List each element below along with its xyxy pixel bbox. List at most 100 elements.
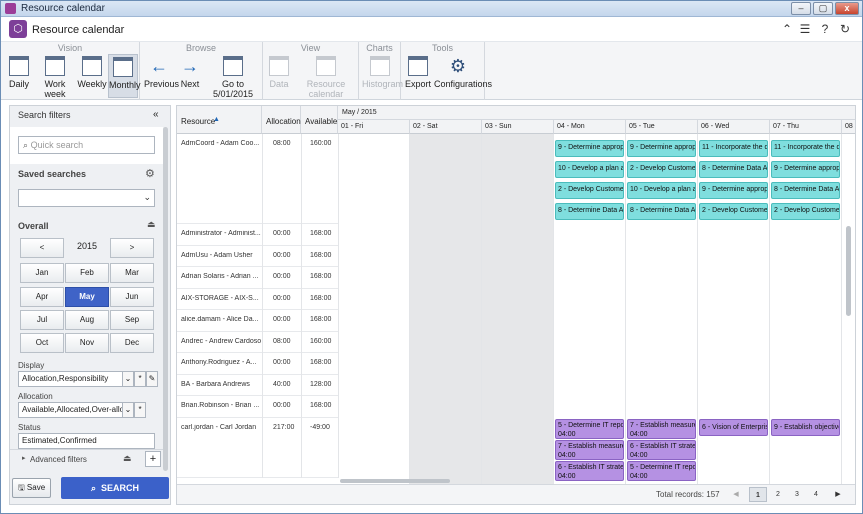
calendar-event[interactable]: 10 - Develop a plan an	[627, 182, 696, 199]
month-feb[interactable]: Feb	[65, 263, 109, 283]
calendar-event[interactable]: 11 - Incorporate the de	[771, 140, 840, 157]
save-button[interactable]: 🖫 Save	[12, 478, 51, 498]
year-next-button[interactable]: >	[110, 238, 154, 258]
page-prev-button[interactable]: ◀	[727, 487, 745, 502]
collapse-ribbon-icon[interactable]: ⌃	[780, 22, 794, 36]
month-nov[interactable]: Nov	[65, 333, 109, 353]
clear-filter-icon[interactable]: ⏏	[147, 219, 156, 230]
chevron-down-icon[interactable]: ⌄	[122, 402, 134, 418]
filters-scrollbar[interactable]	[163, 127, 168, 471]
month-sep[interactable]: Sep	[110, 310, 154, 330]
column-header-allocation[interactable]: Allocation	[262, 106, 301, 134]
display-select[interactable]: Allocation,Responsibility	[18, 371, 132, 387]
app-header: ⬡ Resource calendar ⌃ ☰ ? ↻	[1, 17, 862, 42]
table-row[interactable]	[177, 134, 338, 224]
maximize-button[interactable]: ▢	[813, 2, 833, 15]
calendar-event[interactable]: 8 - Determine Data An	[555, 203, 624, 220]
page-next-button[interactable]: ▶	[829, 487, 847, 502]
month-mar[interactable]: Mar	[110, 263, 154, 283]
year-prev-button[interactable]: <	[20, 238, 64, 258]
data-button[interactable]: Data	[267, 54, 291, 98]
quick-search-input[interactable]: ⌕ Quick search	[18, 136, 155, 154]
grid-vertical-scrollbar[interactable]	[846, 226, 851, 316]
button-label: Data	[269, 79, 289, 89]
collapse-panel-icon[interactable]: «	[153, 109, 159, 120]
export-button[interactable]: Export	[404, 54, 432, 98]
close-button[interactable]: x	[835, 2, 859, 15]
month-jan[interactable]: Jan	[20, 263, 64, 283]
month-jul[interactable]: Jul	[20, 310, 64, 330]
status-value: Estimated,Confirmed	[22, 436, 97, 445]
histogram-button[interactable]: Histogram	[362, 54, 403, 98]
calendar-event[interactable]: 6 - Vision of Enterprise	[699, 419, 768, 436]
calendar-event[interactable]: 2 - Develop Customer	[627, 161, 696, 178]
calendar-event[interactable]: 9 - Determine appropri	[699, 182, 768, 199]
allocation-select[interactable]: Available,Allocated,Over-allo	[18, 402, 132, 418]
asterisk-icon[interactable]: *	[134, 371, 146, 387]
app-logo-icon: ⬡	[9, 20, 27, 38]
month-aug[interactable]: Aug	[65, 310, 109, 330]
page-1-button[interactable]: 1	[749, 487, 767, 502]
calendar-event[interactable]: 2 - Develop Customer	[699, 203, 768, 220]
calendar-event[interactable]: 9 - Determine appropri	[555, 140, 624, 157]
minimize-button[interactable]: –	[791, 2, 811, 15]
calendar-event[interactable]: 6 - Establish IT strateg 04:00	[555, 461, 624, 481]
calendar-event[interactable]: 8 - Determine Data An	[627, 203, 696, 220]
calendar-event[interactable]: 8 - Determine Data An	[699, 161, 768, 178]
help-icon[interactable]: ?	[818, 22, 832, 36]
add-filter-button[interactable]: +	[145, 451, 161, 467]
month-dec[interactable]: Dec	[110, 333, 154, 353]
next-button[interactable]: → Next	[178, 54, 202, 98]
settings-gear-icon[interactable]: ⚙	[145, 167, 155, 180]
calendar-event[interactable]: 5 - Determine IT repor 04:00	[555, 419, 624, 439]
status-select[interactable]: Estimated,Confirmed	[18, 433, 155, 449]
column-header-available[interactable]: Available	[301, 106, 338, 134]
calendar-event[interactable]: 7 - Establish measurer 04:00	[555, 440, 624, 460]
calendar-event[interactable]: 9 - Establish objectives	[771, 419, 840, 436]
configurations-button[interactable]: ⚙ Configurations	[434, 54, 492, 98]
ribbon-group-view: View Data Resource calendar	[263, 42, 359, 100]
calendar-event[interactable]: 11 - Incorporate the de	[699, 140, 768, 157]
chevron-down-icon[interactable]: ⌄	[122, 371, 134, 387]
calendar-event[interactable]: 9 - Determine appropri	[771, 161, 840, 178]
refresh-icon[interactable]: ↻	[838, 22, 852, 36]
search-button[interactable]: ⌕ SEARCH	[61, 477, 169, 499]
calendar-event[interactable]: 5 - Determine IT repor 04:00	[627, 461, 696, 481]
month-may[interactable]: May	[65, 287, 109, 307]
column-divider	[338, 267, 339, 289]
page-4-button[interactable]: 4	[807, 487, 825, 502]
calendar-event[interactable]: 2 - Develop Customer	[555, 182, 624, 199]
asterisk-icon[interactable]: *	[134, 402, 146, 418]
calendar-event[interactable]: 8 - Determine Data An	[771, 182, 840, 199]
goto-date-button[interactable]: Go to 5/01/2015	[206, 54, 260, 99]
page-2-button[interactable]: 2	[769, 487, 787, 502]
calendar-event[interactable]: 2 - Develop Customer	[771, 203, 840, 220]
chevron-down-icon: ⌄	[143, 192, 151, 202]
column-header-resource[interactable]: Resource ▲	[177, 106, 262, 134]
monthly-button[interactable]: Monthly	[108, 54, 141, 98]
clear-filter-icon[interactable]: ⏏	[123, 453, 132, 464]
grid-horizontal-scrollbar[interactable]	[340, 479, 450, 483]
advanced-filters-bar[interactable]: ▸ Advanced filters ⏏ +	[10, 449, 163, 469]
calendar-event[interactable]: 7 - Establish measurer 04:00	[627, 419, 696, 439]
saved-searches-select[interactable]: ⌄	[18, 189, 155, 207]
calendar-event[interactable]: 9 - Determine appropri	[627, 140, 696, 157]
allocation-value: 217:00	[273, 424, 295, 431]
resource-calendar-button[interactable]: Resource calendar	[295, 54, 357, 99]
allocation-value: Available,Allocated,Over-allo	[22, 405, 125, 414]
column-divider	[338, 418, 339, 478]
month-jun[interactable]: Jun	[110, 287, 154, 307]
previous-button[interactable]: ← Previous	[144, 54, 179, 98]
calendar-event[interactable]: 6 - Establish IT strateg 04:00	[627, 440, 696, 460]
list-menu-icon[interactable]: ☰	[798, 22, 812, 36]
daily-button[interactable]: Daily	[5, 54, 33, 98]
weekly-button[interactable]: Weekly	[77, 54, 107, 98]
month-oct[interactable]: Oct	[20, 333, 64, 353]
work-week-button[interactable]: Work week	[35, 54, 75, 99]
pin-icon[interactable]: ✎	[146, 371, 158, 387]
column-divider	[338, 246, 339, 267]
page-3-button[interactable]: 3	[788, 487, 806, 502]
month-apr[interactable]: Apr	[20, 287, 64, 307]
column-divider	[338, 375, 339, 396]
calendar-event[interactable]: 10 - Develop a plan an	[555, 161, 624, 178]
